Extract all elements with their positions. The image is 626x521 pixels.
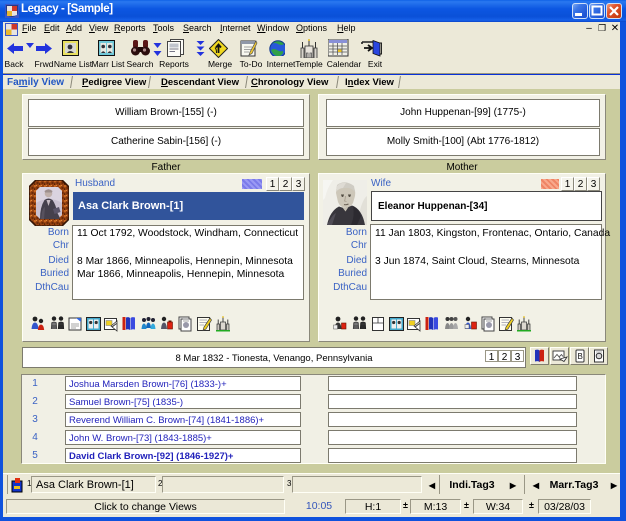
svg-text:B: B bbox=[577, 352, 582, 361]
